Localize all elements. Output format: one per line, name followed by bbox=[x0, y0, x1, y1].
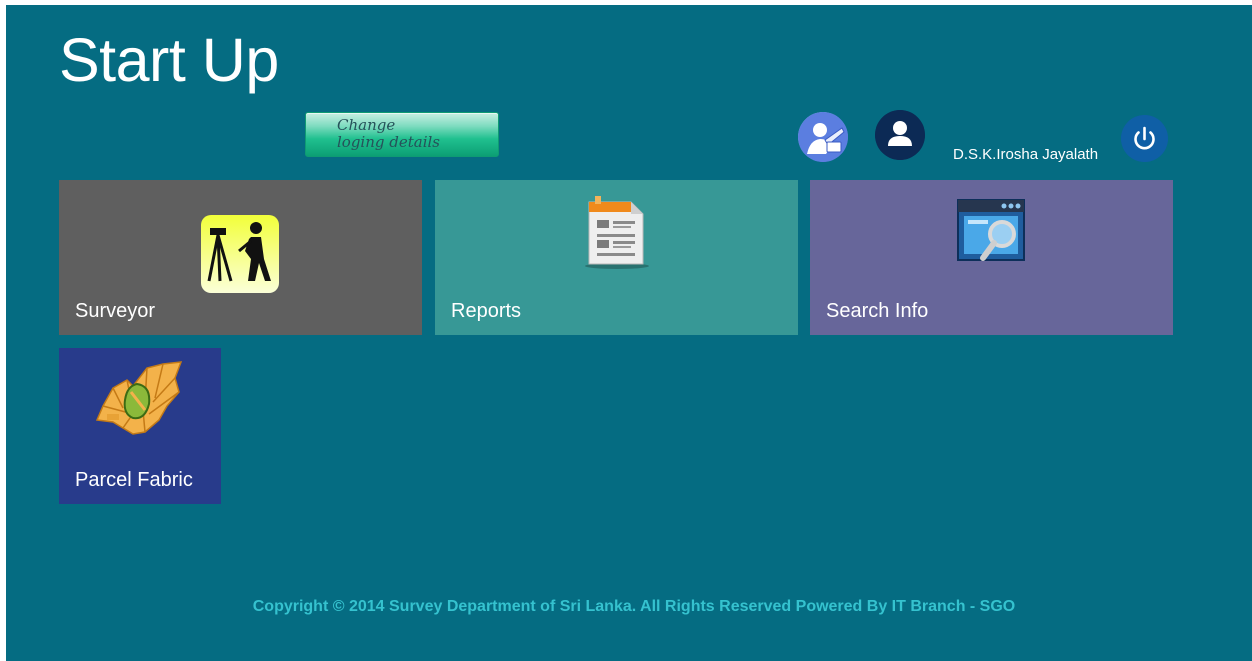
tile-parcel-fabric[interactable]: Parcel Fabric bbox=[59, 348, 221, 504]
change-login-label-line1: Change bbox=[337, 116, 396, 134]
parcel-map-icon bbox=[95, 361, 183, 435]
tile-search-info[interactable]: Search Info bbox=[810, 180, 1173, 335]
tile-surveyor-label: Surveyor bbox=[75, 300, 156, 322]
user-profile-icon[interactable] bbox=[875, 110, 925, 160]
change-login-details-button[interactable]: Change loging details bbox=[305, 112, 499, 157]
tile-search-info-label: Search Info bbox=[826, 300, 929, 322]
help-manual-icon[interactable] bbox=[798, 112, 848, 162]
report-document-icon bbox=[585, 196, 649, 269]
surveyor-icon bbox=[201, 215, 279, 293]
change-login-label-line2: loging details bbox=[337, 133, 441, 151]
user-name: D.S.K.Irosha Jayalath bbox=[953, 146, 1099, 163]
footer-copyright: Copyright © 2014 Survey Department of Sr… bbox=[252, 598, 1016, 615]
power-icon[interactable] bbox=[1121, 115, 1168, 162]
magnifier-window-icon bbox=[957, 199, 1025, 261]
page-title: Start Up bbox=[59, 26, 279, 94]
tile-surveyor[interactable]: Surveyor bbox=[59, 180, 422, 335]
tile-reports[interactable]: Reports bbox=[435, 180, 798, 335]
app-window: Start Up Change loging details D.S.K.Iro… bbox=[6, 5, 1252, 661]
tile-reports-label: Reports bbox=[451, 300, 522, 322]
tile-parcel-fabric-label: Parcel Fabric bbox=[75, 469, 193, 491]
